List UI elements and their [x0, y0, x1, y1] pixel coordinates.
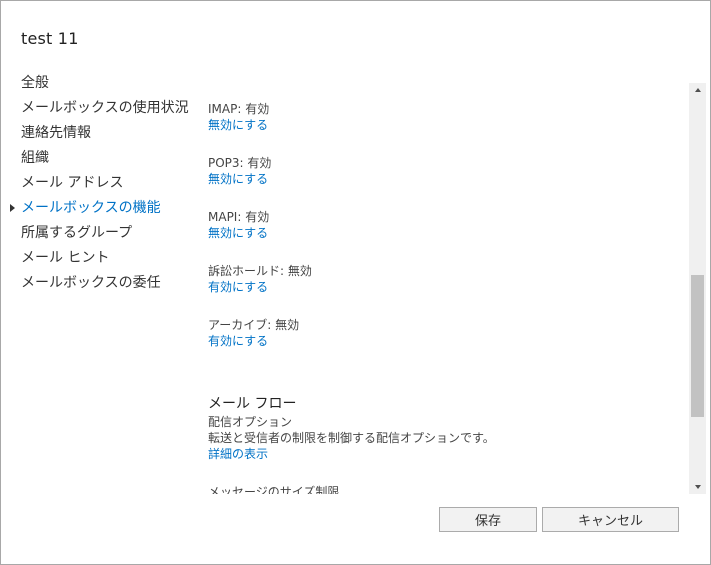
nav-item-contact-info[interactable]: 連絡先情報 — [21, 121, 201, 146]
nav-item-organization[interactable]: 組織 — [21, 146, 201, 171]
mailbox-properties-dialog: test 11 全般 メールボックスの使用状況 連絡先情報 組織 メール アドレ… — [0, 0, 711, 565]
section-nav: 全般 メールボックスの使用状況 連絡先情報 組織 メール アドレス メールボック… — [10, 71, 201, 296]
scroll-thumb[interactable] — [691, 275, 704, 417]
caret-right-icon — [10, 204, 15, 212]
litigation-hold-feature: 訴訟ホールド: 無効 有効にする — [208, 263, 312, 295]
mail-flow-heading: メール フロー — [208, 396, 297, 412]
view-details-link[interactable]: 詳細の表示 — [208, 446, 268, 462]
delivery-options-label: 配信オプション — [208, 415, 293, 429]
nav-item-member-of[interactable]: 所属するグループ — [21, 221, 201, 246]
archive-enable-link[interactable]: 有効にする — [208, 333, 299, 349]
content-scrollbar[interactable] — [689, 83, 706, 494]
pop3-disable-link[interactable]: 無効にする — [208, 171, 271, 187]
nav-item-mail-tips[interactable]: メール ヒント — [21, 246, 201, 271]
save-button[interactable]: 保存 — [439, 507, 537, 532]
scroll-down-button[interactable] — [689, 480, 706, 494]
imap-feature: IMAP: 有効 無効にする — [208, 101, 269, 133]
dialog-title: test 11 — [21, 29, 79, 48]
nav-item-general[interactable]: 全般 — [21, 71, 201, 96]
litigation-hold-status: 訴訟ホールド: 無効 — [208, 264, 312, 278]
delivery-options-description: 転送と受信者の制限を制御する配信オプションです。 — [208, 431, 495, 445]
scroll-up-button[interactable] — [689, 83, 706, 97]
arrow-down-icon — [694, 485, 701, 489]
litigation-hold-enable-link[interactable]: 有効にする — [208, 279, 312, 295]
mapi-status: MAPI: 有効 — [208, 210, 270, 224]
nav-item-label: メールボックスの機能 — [21, 200, 161, 216]
arrow-up-icon — [694, 88, 701, 92]
archive-status: アーカイブ: 無効 — [208, 318, 300, 332]
message-size-label: メッセージのサイズ制限 — [208, 485, 340, 494]
archive-feature: アーカイブ: 無効 有効にする — [208, 317, 299, 349]
mapi-disable-link[interactable]: 無効にする — [208, 225, 269, 241]
cancel-button[interactable]: キャンセル — [542, 507, 679, 532]
pop3-feature: POP3: 有効 無効にする — [208, 155, 271, 187]
nav-item-mailbox-usage[interactable]: メールボックスの使用状況 — [21, 96, 201, 121]
nav-item-email-address[interactable]: メール アドレス — [21, 171, 201, 196]
imap-disable-link[interactable]: 無効にする — [208, 117, 269, 133]
nav-item-mailbox-features[interactable]: メールボックスの機能 — [10, 196, 201, 221]
nav-item-mailbox-delegation[interactable]: メールボックスの委任 — [21, 271, 201, 296]
mapi-feature: MAPI: 有効 無効にする — [208, 209, 269, 241]
imap-status: IMAP: 有効 — [208, 102, 270, 116]
pop3-status: POP3: 有効 — [208, 156, 272, 170]
content-pane: IMAP: 有効 無効にする POP3: 有効 無効にする MAPI: 有効 無… — [208, 83, 678, 494]
